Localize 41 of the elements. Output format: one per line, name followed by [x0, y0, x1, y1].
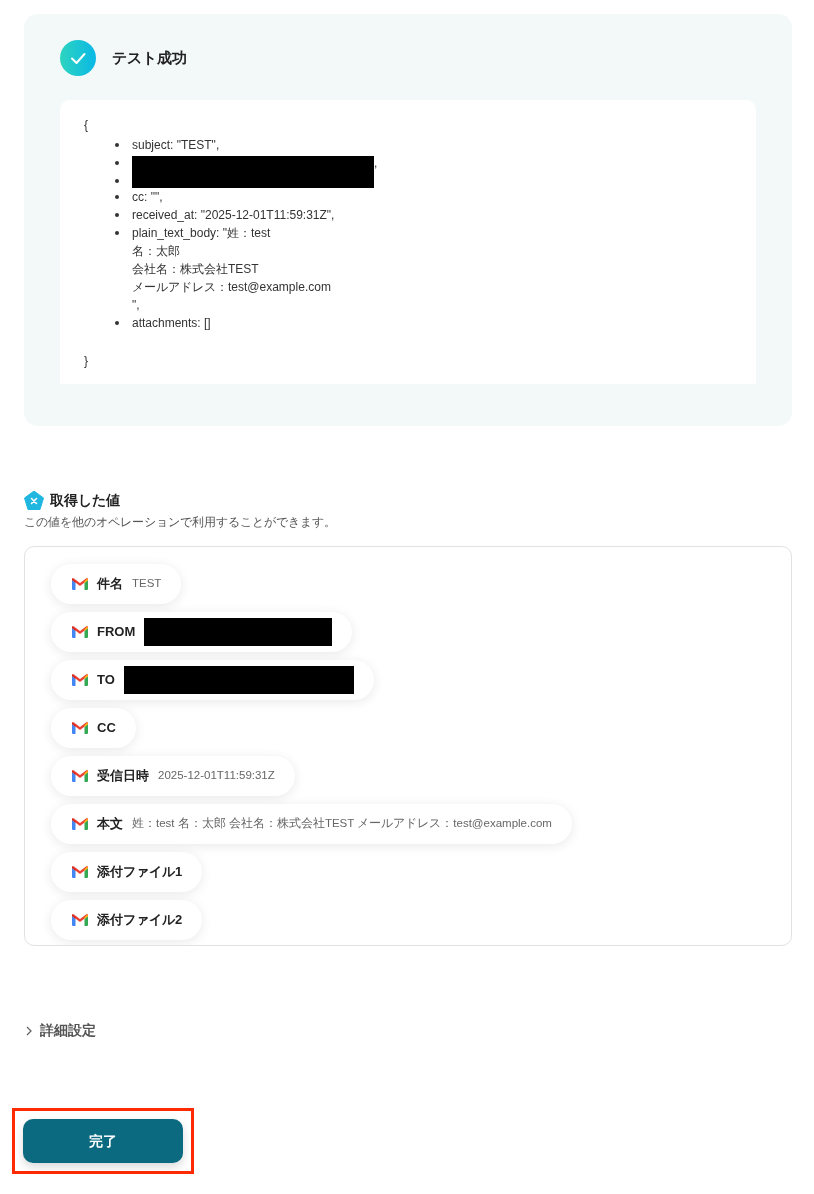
bullet-icon	[115, 143, 119, 147]
mail-logo-icon	[72, 722, 88, 734]
bullet-icon	[115, 179, 119, 183]
done-button[interactable]: 完了	[23, 1119, 183, 1163]
chevron-icon	[24, 1024, 34, 1037]
variable-icon	[24, 491, 44, 510]
mail-logo-icon	[72, 674, 88, 686]
value-chip[interactable]: 添付ファイル1	[51, 852, 203, 892]
mail-logo-icon	[72, 626, 88, 638]
value-chip[interactable]: 添付ファイル2	[51, 900, 203, 940]
section-description: この値を他のオペレーションで利用することができます。	[24, 514, 336, 530]
code-text: received_at: "2025-12-01T11:59:31Z",	[132, 207, 335, 224]
code-text: }	[84, 353, 88, 370]
value-chip[interactable]: 件名 TEST	[51, 564, 182, 604]
bullet-icon	[115, 231, 119, 235]
mail-logo-icon	[72, 770, 88, 782]
check-icon	[60, 40, 96, 76]
code-text: subject: "TEST",	[132, 137, 220, 154]
bullet-icon	[115, 321, 119, 325]
code-text: attachments: []	[132, 315, 211, 332]
details-toggle[interactable]: 詳細設定	[24, 1020, 96, 1041]
value-chip[interactable]: FROM	[51, 612, 353, 652]
bullet-icon	[115, 161, 119, 165]
code-text: ,	[374, 155, 378, 172]
bullet-icon	[115, 195, 119, 199]
value-chip[interactable]: 本文 姓：test 名：太郎 会社名：株式会社TEST メールアドレス：test@example.com	[51, 804, 572, 844]
chip-value: 2025-12-01T11:59:31Z	[158, 768, 275, 784]
chip-value: TEST	[132, 576, 162, 592]
code-text: cc: "",	[132, 189, 163, 206]
panel-title: テスト成功	[112, 47, 187, 68]
mail-logo-icon	[72, 578, 88, 590]
value-chip[interactable]: 受信日時 2025-12-01T11:59:31Z	[51, 756, 295, 796]
mail-logo-icon	[72, 818, 88, 830]
value-chip[interactable]: CC	[51, 708, 136, 748]
chip-value: 姓：test 名：太郎 会社名：株式会社TEST メールアドレス：test@example.com	[132, 816, 552, 832]
value-chip[interactable]: TO	[51, 660, 374, 700]
mail-logo-icon	[72, 914, 88, 926]
bullet-icon	[115, 213, 119, 217]
section-title: 取得した値	[50, 491, 120, 510]
code-text: {	[84, 117, 88, 134]
mail-logo-icon	[72, 866, 88, 878]
